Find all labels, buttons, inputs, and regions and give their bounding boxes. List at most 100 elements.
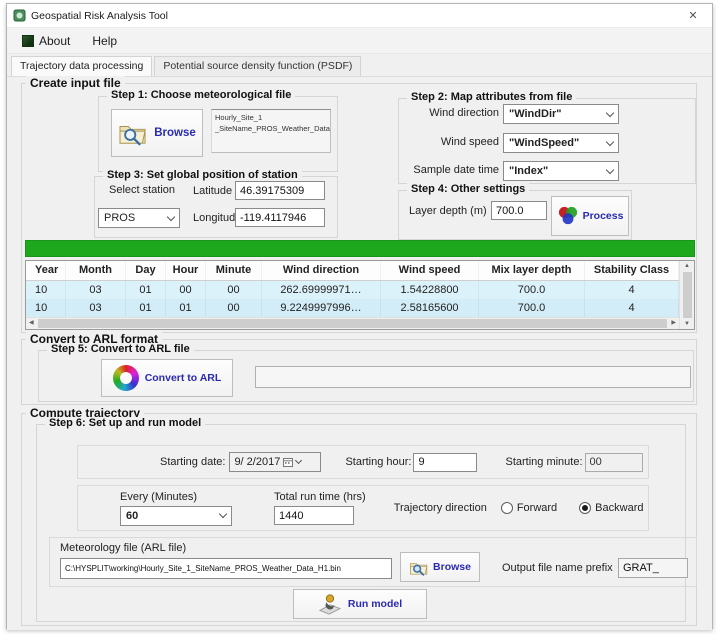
col-wind-speed: Wind speed: [381, 261, 479, 280]
cell: 700.0: [479, 299, 585, 317]
chevron-down-icon: [606, 165, 614, 173]
run-model-button[interactable]: Run model: [293, 589, 427, 619]
process-button[interactable]: Process: [551, 196, 629, 236]
total-run-time-input[interactable]: [274, 506, 354, 525]
convert-progress-bar: [255, 366, 691, 388]
layer-depth-input[interactable]: [491, 201, 547, 220]
chevron-down-icon: [167, 212, 175, 220]
step6-group: Step 6: Set up and run model Starting da…: [36, 424, 686, 622]
scroll-right-icon[interactable]: ▶: [671, 320, 676, 326]
starting-minute-label: Starting minute:: [505, 456, 582, 468]
process-label: Process: [583, 210, 624, 222]
convert-to-arl-button[interactable]: Convert to ARL: [101, 359, 233, 397]
starting-hour-label: Starting hour:: [345, 456, 411, 468]
starting-minute-input[interactable]: [585, 453, 643, 472]
wind-speed-select[interactable]: "WindSpeed": [503, 133, 619, 153]
station-select[interactable]: PROS: [98, 208, 180, 228]
step6-title: Step 6: Set up and run model: [45, 417, 205, 429]
cell: 700.0: [479, 281, 585, 299]
scroll-down-icon[interactable]: ▼: [684, 321, 690, 327]
step1-browse-button[interactable]: Browse: [111, 109, 203, 157]
met-file-label: Meteorology file (ARL file): [60, 542, 186, 554]
scroll-up-icon[interactable]: ▲: [684, 263, 690, 269]
trajectory-direction-label: Trajectory direction: [394, 502, 487, 514]
about-icon: [22, 35, 34, 47]
start-datetime-panel: Starting date: 9/ 2/2017 Starting hour:: [77, 445, 649, 479]
menu-bar: About Help: [7, 28, 712, 54]
chevron-down-icon: [606, 108, 614, 116]
cell: 9.2249997996…: [262, 299, 381, 317]
starting-date-label: Starting date:: [160, 456, 225, 468]
cell: 2.58165600: [381, 299, 479, 317]
menu-about[interactable]: About: [13, 31, 79, 51]
processing-progress-bar: [25, 240, 695, 257]
step4-title: Step 4: Other settings: [407, 183, 529, 195]
met-file-input[interactable]: [60, 558, 392, 579]
step3-title: Step 3: Set global position of station: [103, 169, 302, 181]
starting-hour-input[interactable]: [413, 453, 477, 472]
step2-title: Step 2: Map attributes from file: [407, 91, 576, 103]
col-minute: Minute: [206, 261, 262, 280]
scroll-left-icon[interactable]: ◀: [29, 320, 34, 326]
met-file-panel: Meteorology file (ARL file) Browse Outpu…: [49, 537, 697, 587]
title-bar: Geospatial Risk Analysis Tool ✕: [7, 4, 712, 28]
met-browse-button[interactable]: Browse: [400, 552, 480, 582]
starting-date-picker[interactable]: 9/ 2/2017: [229, 452, 321, 472]
every-minutes-value: 60: [126, 510, 220, 522]
vertical-scroll-thumb[interactable]: [683, 272, 692, 318]
col-month: Month: [66, 261, 126, 280]
horizontal-scrollbar[interactable]: ◀ ▶: [26, 317, 679, 329]
cell: 00: [166, 281, 206, 299]
step5-title: Step 5: Convert to ARL file: [47, 343, 194, 355]
step5-group: Step 5: Convert to ARL file Convert to A…: [38, 350, 694, 402]
cell: 01: [126, 299, 166, 317]
col-stability-class: Stability Class: [585, 261, 679, 280]
cell: 262.69999971…: [262, 281, 381, 299]
col-hour: Hour: [166, 261, 206, 280]
cell: 03: [66, 281, 126, 299]
table-row[interactable]: 10 03 01 01 00 9.2249997996… 2.58165600 …: [26, 299, 679, 317]
longitude-input[interactable]: [235, 208, 325, 227]
close-icon: ✕: [688, 9, 697, 22]
calendar-icon: [283, 457, 293, 467]
sample-date-time-select[interactable]: "Index": [503, 161, 619, 181]
cell: 00: [206, 299, 262, 317]
step2-group: Step 2: Map attributes from file Wind di…: [398, 98, 696, 184]
wind-direction-select[interactable]: "WindDir": [503, 104, 619, 124]
create-input-file-title: Create input file: [26, 76, 125, 90]
latitude-input[interactable]: [235, 181, 325, 200]
cell: 01: [166, 299, 206, 317]
latitude-label: Latitude: [193, 185, 232, 197]
wind-direction-label: Wind direction: [421, 107, 499, 119]
every-minutes-select[interactable]: 60: [120, 506, 232, 526]
run-model-label: Run model: [348, 598, 402, 610]
select-station-label: Select station: [109, 184, 175, 196]
forward-radio[interactable]: [501, 502, 513, 514]
close-button[interactable]: ✕: [674, 4, 712, 28]
wind-speed-label: Wind speed: [421, 136, 499, 148]
chevron-down-icon: [295, 457, 302, 464]
forward-label: Forward: [517, 502, 557, 514]
layer-depth-label: Layer depth (m): [409, 205, 487, 217]
vertical-scrollbar[interactable]: ▲ ▼: [679, 261, 694, 329]
folder-search-icon: [118, 120, 148, 146]
every-minutes-label: Every (Minutes): [120, 491, 232, 503]
app-icon: [13, 9, 26, 22]
wind-direction-value: "WindDir": [509, 108, 607, 120]
total-run-time-label: Total run time (hrs): [274, 491, 366, 503]
horizontal-scroll-thumb[interactable]: [38, 319, 668, 328]
chosen-file-line2: _SiteName_PROS_Weather_Data.csv: [215, 123, 327, 134]
menu-help[interactable]: Help: [83, 31, 126, 51]
backward-label: Backward: [595, 502, 643, 514]
cell: 1.54228800: [381, 281, 479, 299]
tab-psdf[interactable]: Potential source density function (PSDF): [154, 56, 361, 76]
run-model-icon: [318, 593, 342, 615]
table-row[interactable]: 10 03 01 00 00 262.69999971… 1.54228800 …: [26, 281, 679, 299]
window-title: Geospatial Risk Analysis Tool: [31, 10, 168, 22]
cell: 01: [126, 281, 166, 299]
convert-to-arl-label: Convert to ARL: [145, 372, 222, 384]
tab-trajectory-data-processing[interactable]: Trajectory data processing: [11, 56, 152, 77]
backward-radio[interactable]: [579, 502, 591, 514]
output-prefix-input[interactable]: [618, 558, 688, 578]
app-window: Geospatial Risk Analysis Tool ✕ About He…: [6, 3, 713, 629]
